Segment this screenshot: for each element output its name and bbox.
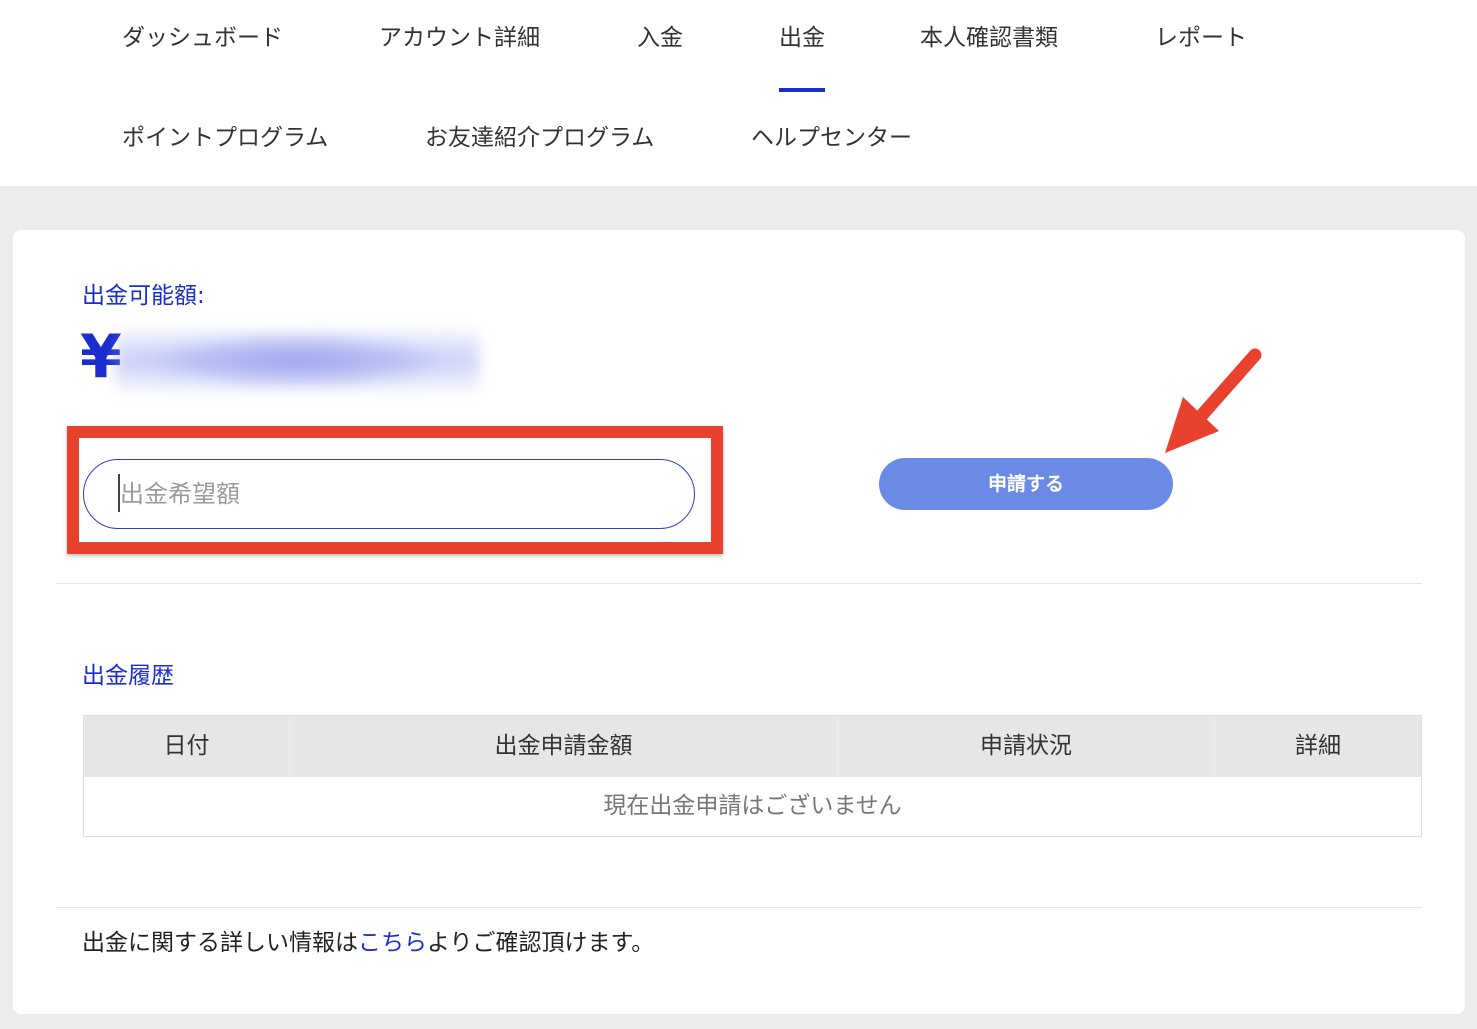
nav-withdraw[interactable]: 出金 bbox=[779, 18, 825, 92]
footer-divider bbox=[56, 907, 1422, 908]
footer-info-text: 出金に関する詳しい情報はこちらよりご確認頂けます。 bbox=[82, 925, 702, 961]
withdraw-history-title: 出金履歴 bbox=[82, 663, 174, 689]
nav-referral-program[interactable]: お友達紹介プログラム bbox=[425, 118, 654, 152]
nav-report[interactable]: レポート bbox=[1155, 18, 1247, 52]
nav-deposit[interactable]: 入金 bbox=[637, 18, 683, 52]
column-header-amount: 出金申請金額 bbox=[290, 716, 838, 777]
footer-info-link[interactable]: こちら bbox=[358, 930, 427, 956]
column-header-date: 日付 bbox=[84, 716, 290, 777]
available-amount-label: 出金可能額: bbox=[82, 283, 205, 309]
arrow-pointer-icon bbox=[1165, 348, 1262, 453]
footer-text-after: よりご確認頂けます。 bbox=[427, 930, 655, 956]
empty-history-message: 現在出金申請はございません bbox=[603, 793, 902, 819]
withdraw-history-table: 日付 出金申請金額 申請状況 詳細 現在出金申請はございません bbox=[83, 715, 1422, 837]
column-header-status: 申請状況 bbox=[838, 716, 1215, 777]
text-caret bbox=[118, 474, 120, 512]
nav-dashboard[interactable]: ダッシュボード bbox=[122, 18, 283, 52]
apply-button[interactable]: 申請する bbox=[879, 458, 1173, 510]
top-navigation: ダッシュボード アカウント詳細 入金 出金 本人確認書類 レポート ポイントプロ… bbox=[0, 0, 1477, 186]
nav-account-details[interactable]: アカウント詳細 bbox=[379, 18, 540, 52]
table-header: 日付 出金申請金額 申請状況 詳細 bbox=[84, 716, 1421, 777]
column-header-details: 詳細 bbox=[1295, 733, 1341, 759]
available-amount-value-blurred bbox=[115, 318, 480, 403]
nav-identity-documents[interactable]: 本人確認書類 bbox=[920, 18, 1058, 52]
nav-help-center[interactable]: ヘルプセンター bbox=[751, 118, 912, 152]
footer-text-before: 出金に関する詳しい情報は bbox=[82, 930, 358, 956]
section-divider bbox=[56, 583, 1422, 584]
withdraw-amount-input[interactable] bbox=[83, 459, 695, 529]
nav-point-program[interactable]: ポイントプログラム bbox=[122, 118, 328, 152]
